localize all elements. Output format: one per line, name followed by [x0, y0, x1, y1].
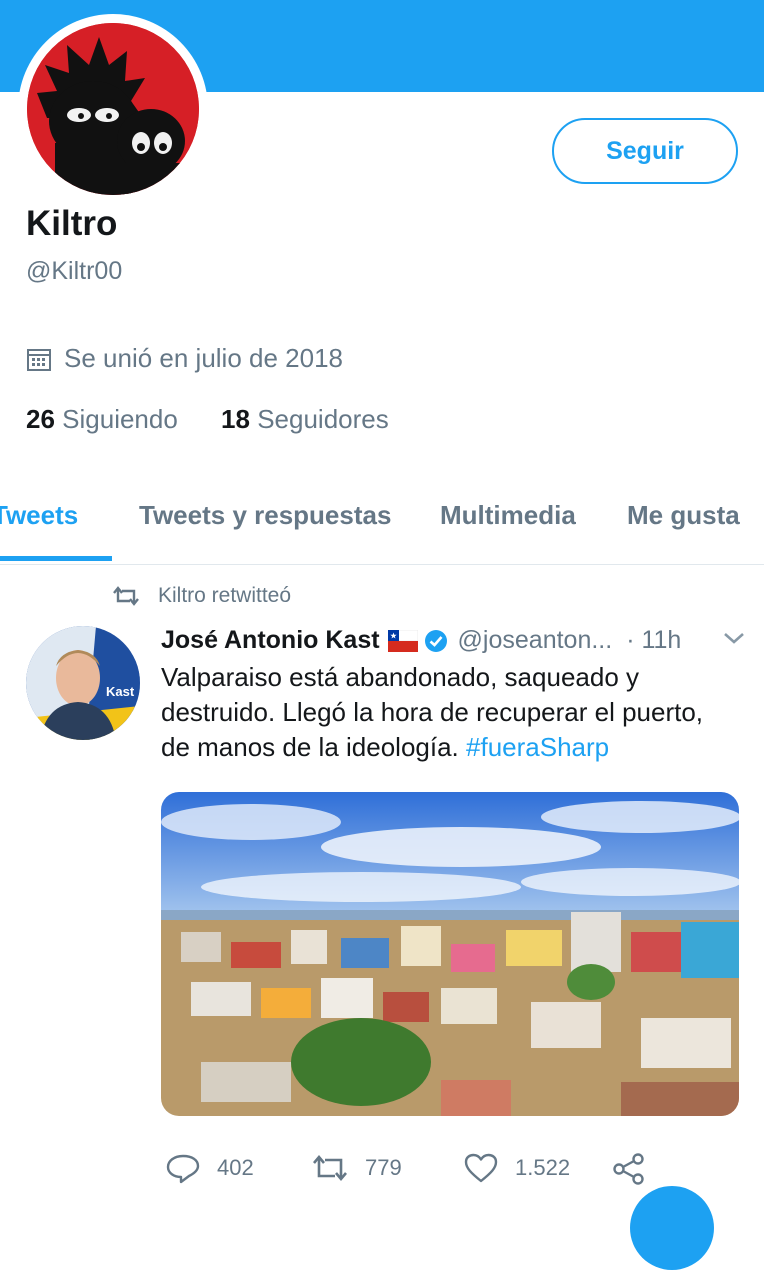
tweet-header: José Antonio Kast @joseanton... · 11h — [161, 626, 746, 655]
profile-avatar[interactable] — [18, 14, 208, 204]
retweet-icon — [313, 1154, 347, 1182]
avatar-badge-text: Kast — [106, 684, 135, 699]
like-button[interactable]: 1.522 — [463, 1152, 570, 1184]
avatar-image — [27, 23, 199, 195]
tab-tweets-replies[interactable]: Tweets y respuestas — [139, 500, 391, 531]
retweet-note-text: Kiltro retwitteó — [158, 584, 292, 607]
active-tab-indicator — [0, 556, 112, 561]
calendar-icon — [27, 348, 51, 371]
followers-label: Seguidores — [257, 404, 389, 434]
verified-icon — [424, 629, 447, 652]
joined-date: Se unió en julio de 2018 — [26, 343, 343, 374]
followers-count: 18 — [221, 404, 250, 434]
tweet-media-image[interactable] — [161, 792, 739, 1116]
profile-handle: @Kiltr00 — [26, 257, 123, 285]
joined-text: Se unió en julio de 2018 — [64, 343, 344, 373]
tab-likes[interactable]: Me gusta — [627, 500, 740, 531]
tweet-text: Valparaiso está abandonado, saqueado y d… — [161, 660, 721, 765]
share-button[interactable] — [611, 1152, 663, 1186]
following-label: Siguiendo — [62, 404, 178, 434]
tab-media[interactable]: Multimedia — [440, 500, 576, 531]
chevron-down-icon[interactable] — [722, 630, 746, 646]
tweet-time[interactable]: · 11h — [626, 626, 681, 655]
tweet-hashtag[interactable]: #fueraSharp — [466, 732, 609, 762]
profile-stats: 26 Siguiendo 18 Seguidores — [26, 404, 425, 435]
tweet-body: Valparaiso está abandonado, saqueado y d… — [161, 662, 704, 762]
profile-name: Kiltro — [26, 204, 118, 243]
tab-tweets[interactable]: Tweets — [0, 500, 78, 531]
following-count: 26 — [26, 404, 55, 434]
reply-count: 402 — [217, 1155, 254, 1180]
like-count: 1.522 — [515, 1155, 571, 1180]
reply-icon — [166, 1154, 200, 1184]
retweet-count: 779 — [365, 1155, 402, 1180]
profile-tabs: Tweets Tweets y respuestas Multimedia Me… — [0, 494, 764, 565]
like-icon — [464, 1153, 498, 1183]
reply-button[interactable]: 402 — [165, 1152, 254, 1184]
tweet-author-avatar[interactable]: Kast — [26, 626, 140, 740]
followers-link[interactable]: 18 Seguidores — [221, 404, 389, 434]
tweet-author-name[interactable]: José Antonio Kast — [161, 626, 380, 655]
retweet-icon — [113, 586, 139, 606]
share-icon — [613, 1153, 644, 1185]
retweet-button[interactable]: 779 — [311, 1152, 402, 1184]
tweet-author-handle[interactable]: @joseanton... — [458, 626, 613, 655]
retweet-note: Kiltro retwitteó — [112, 584, 291, 608]
follow-button[interactable]: Seguir — [552, 118, 738, 184]
compose-button[interactable] — [630, 1186, 714, 1270]
chile-flag-icon — [387, 629, 418, 652]
following-link[interactable]: 26 Siguiendo — [26, 404, 178, 434]
